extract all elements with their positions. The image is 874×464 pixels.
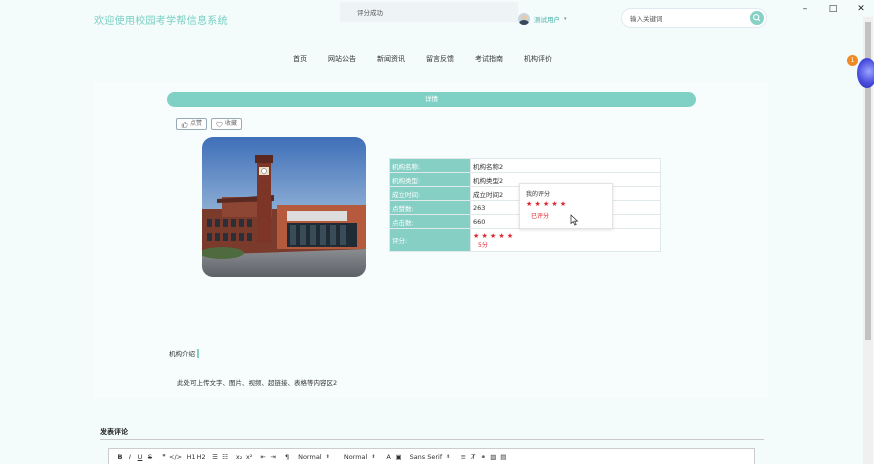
my-rating-popup: 我的评分 ★★★★★ 已评分 — [519, 183, 613, 229]
field-value: 机构名称2 — [470, 158, 661, 173]
chevron-down-icon: ⬍ — [446, 454, 451, 460]
field-label: 点击数: — [389, 214, 471, 229]
toast-text: 评分成功 — [357, 9, 383, 17]
table-row: 机构名称: 机构名称2 — [389, 158, 661, 173]
field-label: 点赞数: — [389, 200, 471, 215]
code-button[interactable]: </> — [169, 453, 182, 461]
background-color-icon[interactable]: ▣ — [394, 453, 404, 461]
rating-value: ★★★★★ 5分 — [470, 228, 661, 252]
underline-button[interactable]: U — [135, 453, 145, 461]
bold-button[interactable]: B — [115, 453, 125, 461]
maximize-button[interactable]: □ — [826, 3, 840, 15]
collect-label: 收藏 — [225, 120, 238, 127]
close-button[interactable]: ✕ — [854, 3, 868, 15]
mouse-cursor-icon — [570, 214, 579, 226]
intro-title-marker — [197, 348, 199, 358]
comment-editor[interactable]: B I U S ❞ </> H1 H2 ☰ ☷ x₂ x² ⇤ ⇥ ¶ Norm… — [108, 448, 755, 464]
like-button[interactable]: 点赞 — [176, 118, 208, 130]
field-label: 成立时间: — [389, 186, 471, 201]
size-select[interactable]: Normal — [292, 453, 326, 461]
table-row: 评分: ★★★★★ 5分 — [389, 228, 661, 252]
ordered-list-button[interactable]: ☰ — [210, 453, 220, 461]
minimize-button[interactable]: – — [798, 3, 812, 15]
header-select[interactable]: Normal — [338, 453, 372, 461]
thumbs-up-icon — [181, 121, 188, 128]
toast-message: 评分成功 — [340, 2, 518, 22]
clear-format-icon[interactable]: T̸ — [468, 453, 478, 461]
text-direction-button[interactable]: ¶ — [282, 453, 292, 461]
rating-score: 5分 — [478, 241, 488, 249]
intro-content: 此处可上传文字、图片、视频、超链接、表格等内容区2 — [177, 379, 338, 387]
main-nav: 首页 网站公告 新闻资讯 留言反馈 考试指南 机构评价 — [293, 54, 552, 64]
text-color-icon[interactable]: A — [384, 453, 394, 461]
site-title: 欢迎使用校园考学帮信息系统 — [94, 16, 228, 27]
search-input[interactable] — [628, 12, 747, 26]
rating-stars: ★★★★★ — [473, 231, 516, 240]
field-label: 机构类型: — [389, 172, 471, 187]
field-label: 机构名称: — [389, 158, 471, 173]
nav-feedback[interactable]: 留言反馈 — [426, 54, 454, 64]
h1-button[interactable]: H1 — [186, 453, 196, 461]
like-label: 点赞 — [190, 120, 203, 127]
divider — [100, 439, 764, 440]
user-menu[interactable]: 测试用户 ▾ — [518, 12, 567, 26]
floating-assistant-icon[interactable] — [857, 58, 874, 88]
chevron-down-icon: ⬍ — [325, 454, 330, 460]
image-icon[interactable]: ▨ — [488, 453, 498, 461]
intro-title-text: 机构介绍 — [169, 350, 195, 358]
detail-title-bar: 详情 — [167, 92, 696, 107]
indent-button[interactable]: ⇥ — [268, 453, 278, 461]
intro-section-title: 机构介绍 — [169, 348, 199, 358]
search-box — [621, 8, 767, 28]
my-rating-title: 我的评分 — [526, 191, 551, 198]
my-rating-stars[interactable]: ★★★★★ — [526, 200, 568, 208]
rating-label: 评分: — [389, 228, 471, 252]
strike-button[interactable]: S — [145, 453, 155, 461]
nav-home[interactable]: 首页 — [293, 54, 307, 64]
nav-news[interactable]: 新闻资讯 — [377, 54, 405, 64]
heart-icon — [216, 121, 223, 128]
search-button[interactable] — [750, 11, 764, 25]
quote-button[interactable]: ❞ — [159, 453, 169, 461]
video-icon[interactable]: ▤ — [498, 453, 508, 461]
italic-button[interactable]: I — [125, 453, 135, 461]
h2-button[interactable]: H2 — [196, 453, 206, 461]
editor-toolbar: B I U S ❞ </> H1 H2 ☰ ☷ x₂ x² ⇤ ⇥ ¶ Norm… — [115, 453, 508, 461]
my-rating-status: 已评分 — [531, 213, 550, 220]
chevron-down-icon: ▾ — [564, 16, 567, 22]
bullet-list-button[interactable]: ☷ — [220, 453, 230, 461]
comment-section-title: 发表评论 — [100, 428, 128, 436]
avatar — [518, 13, 530, 25]
institution-photo — [202, 137, 366, 277]
nav-institution-review[interactable]: 机构评价 — [524, 54, 552, 64]
superscript-button[interactable]: x² — [244, 453, 254, 461]
notification-badge: 1 — [847, 55, 858, 66]
user-name: 测试用户 — [534, 16, 560, 24]
align-icon[interactable]: ≡ — [458, 453, 468, 461]
search-icon — [753, 14, 761, 22]
nav-exam-guide[interactable]: 考试指南 — [475, 54, 503, 64]
nav-notice[interactable]: 网站公告 — [328, 54, 356, 64]
link-icon[interactable]: ⚭ — [478, 453, 488, 461]
subscript-button[interactable]: x₂ — [234, 453, 244, 461]
outdent-button[interactable]: ⇤ — [258, 453, 268, 461]
chevron-down-icon: ⬍ — [371, 454, 376, 460]
collect-button[interactable]: 收藏 — [211, 118, 243, 130]
font-select[interactable]: Sans Serif — [404, 453, 447, 461]
